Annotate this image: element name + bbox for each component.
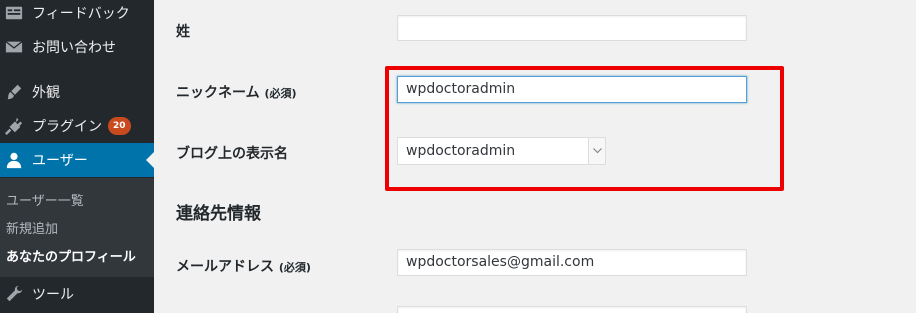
nickname-label-text: ニックネーム bbox=[176, 85, 260, 101]
menu-item-users[interactable]: ユーザー bbox=[0, 143, 154, 177]
last-name-label: 姓 bbox=[176, 24, 190, 40]
wrench-icon bbox=[4, 284, 24, 304]
highlight-box bbox=[385, 66, 784, 191]
contact-info-heading: 連絡先情報 bbox=[176, 204, 261, 224]
submenu-item-all-users[interactable]: ユーザー一覧 bbox=[6, 190, 84, 209]
display-name-label: ブログ上の表示名 bbox=[176, 146, 288, 162]
menu-item-label: プラグイン bbox=[32, 119, 102, 135]
menu-item-tools[interactable]: ツール bbox=[0, 277, 154, 311]
menu-item-label: お問い合わせ bbox=[32, 40, 116, 56]
plugin-icon bbox=[4, 116, 24, 136]
email-label-text: メールアドレス bbox=[176, 259, 274, 275]
user-icon bbox=[4, 150, 24, 170]
next-field-input[interactable] bbox=[397, 306, 747, 313]
paintbrush-icon bbox=[4, 82, 24, 102]
menu-item-label: ユーザー bbox=[32, 153, 88, 169]
last-name-input[interactable] bbox=[397, 15, 747, 41]
menu-item-plugins[interactable]: プラグイン 20 bbox=[0, 109, 154, 143]
menu-item-label: 外観 bbox=[32, 85, 60, 101]
update-count-badge: 20 bbox=[108, 117, 131, 135]
menu-item-appearance[interactable]: 外観 bbox=[0, 75, 154, 109]
email-label: メールアドレス (必須) bbox=[176, 256, 311, 276]
feedback-icon bbox=[4, 3, 24, 23]
submenu-item-your-profile[interactable]: あなたのプロフィール bbox=[6, 246, 136, 265]
users-submenu: ユーザー一覧 新規追加 あなたのプロフィール bbox=[0, 178, 154, 277]
email-input[interactable]: wpdoctorsales@gmail.com bbox=[397, 249, 747, 276]
menu-item-feedback[interactable]: フィードバック bbox=[0, 0, 154, 30]
mail-icon bbox=[4, 37, 24, 57]
submenu-item-add-new[interactable]: 新規追加 bbox=[6, 218, 58, 237]
menu-item-label: フィードバック bbox=[32, 6, 130, 22]
menu-item-label: ツール bbox=[32, 287, 74, 303]
nickname-label: ニックネーム (必須) bbox=[176, 82, 297, 102]
required-note: (必須) bbox=[278, 261, 311, 274]
menu-item-contact[interactable]: お問い合わせ bbox=[0, 30, 154, 64]
required-note: (必須) bbox=[264, 87, 297, 100]
admin-sidebar: フィードバック お問い合わせ 外観 プラグイン 20 ユーザー ユーザー一覧 新… bbox=[0, 0, 154, 313]
